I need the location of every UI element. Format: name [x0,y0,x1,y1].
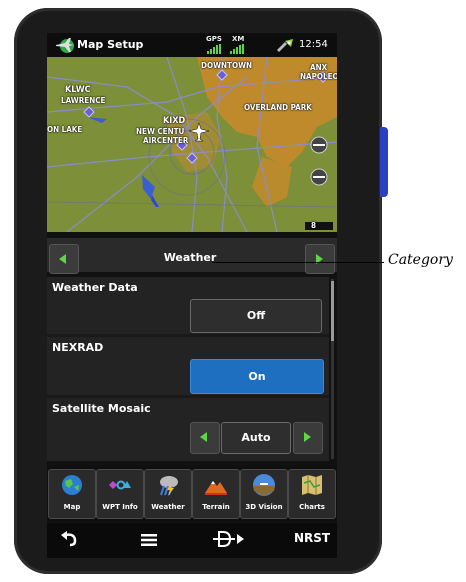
aircraft-map-icon [56,38,74,53]
app-title: Map Setup [77,38,144,51]
setting-row-weather-data: Weather Data Off [47,277,329,334]
map-label-anx: ANX [310,63,328,72]
waypoint-info-icon [109,480,131,490]
tab-wpt-info[interactable]: WPT Info [96,469,144,519]
map-label-aircenter: AIRCENTER [143,136,189,145]
weather-icon [160,476,178,496]
tab-map[interactable]: Map [48,469,96,519]
weather-data-toggle[interactable]: Off [190,299,322,333]
page-tabs: Map WPT Info Weather Terrain 3D Vision C… [47,465,337,521]
settings-list: Weather Data Off NEXRAD On Satellite Mos… [47,277,329,461]
setting-label: Satellite Mosaic [52,402,151,415]
gps-signal-bars-icon [207,44,221,54]
satellite-mosaic-value[interactable]: Auto [221,422,291,454]
tab-label: 3D Vision [245,503,283,511]
charts-icon [302,475,322,495]
nexrad-toggle[interactable]: On [190,359,324,394]
tab-terrain[interactable]: Terrain [192,469,240,519]
3d-vision-icon [253,474,275,496]
left-arrow-icon [200,432,207,442]
setting-label: Weather Data [52,281,138,294]
list-scroll-thumb[interactable] [331,281,334,341]
map-label-on-lake: ON LAKE [47,125,83,134]
map-label-kixd: KIXD [163,116,186,126]
tab-charts[interactable]: Charts [288,469,336,519]
side-button[interactable] [380,127,388,197]
left-arrow-icon [59,254,66,264]
system-keys: NRST [47,523,337,558]
gps-satellite-icon [277,39,293,52]
callout-label: Category [388,252,453,268]
map-label-napoleo: NAPOLEO [300,72,337,81]
category-prev-button[interactable] [49,244,79,274]
category-next-button[interactable] [305,244,335,274]
tab-label: Map [63,503,81,511]
tab-label: WPT Info [102,503,138,511]
map-scale: 8 [311,221,317,230]
map-label-lawrence: LAWRENCE [61,96,106,105]
tab-label: Charts [299,503,325,511]
map-label-downtown: DOWNTOWN [201,61,253,70]
setting-row-satellite-mosaic: Satellite Mosaic Auto [47,398,329,461]
mosaic-next-button[interactable] [293,422,323,454]
map-graphics [47,57,337,232]
zoom-out-icon[interactable] [313,144,325,146]
map-label-overland-park: OVERLAND PARK [244,103,312,112]
zoom-in-icon[interactable] [313,176,325,178]
xm-label: XM [232,35,245,43]
back-icon[interactable] [61,531,79,547]
status-bar: Map Setup GPS XM 12:54 [47,33,337,57]
mosaic-prev-button[interactable] [190,422,220,454]
tab-3d-vision[interactable]: 3D Vision [240,469,288,519]
category-label[interactable]: Weather [81,244,299,272]
map-view[interactable]: DOWNTOWN ANX NAPOLEO KLWC LAWRENCE OVERL… [47,57,337,232]
nrst-button[interactable]: NRST [294,531,330,545]
xm-signal-bars-icon [230,44,244,54]
map-label-klwc: KLWC [65,85,91,95]
right-arrow-icon [304,432,311,442]
category-selector: Weather [47,238,337,274]
tab-label: Terrain [202,503,230,511]
gps-label: GPS [206,35,222,43]
tab-label: Weather [151,503,185,511]
menu-icon[interactable] [141,534,157,546]
screen: Map Setup GPS XM 12:54 DOWNTOWN ANX NAPO… [47,33,337,558]
tab-weather[interactable]: Weather [144,469,192,519]
callout-leader-line [212,262,384,263]
setting-label: NEXRAD [52,341,104,354]
map-label-new-centu: NEW CENTU [136,127,185,136]
setting-row-nexrad: NEXRAD On [47,337,329,395]
terrain-icon [205,481,227,495]
clock: 12:54 [299,39,328,50]
direct-to-icon[interactable] [213,530,245,548]
globe-icon [62,475,82,495]
